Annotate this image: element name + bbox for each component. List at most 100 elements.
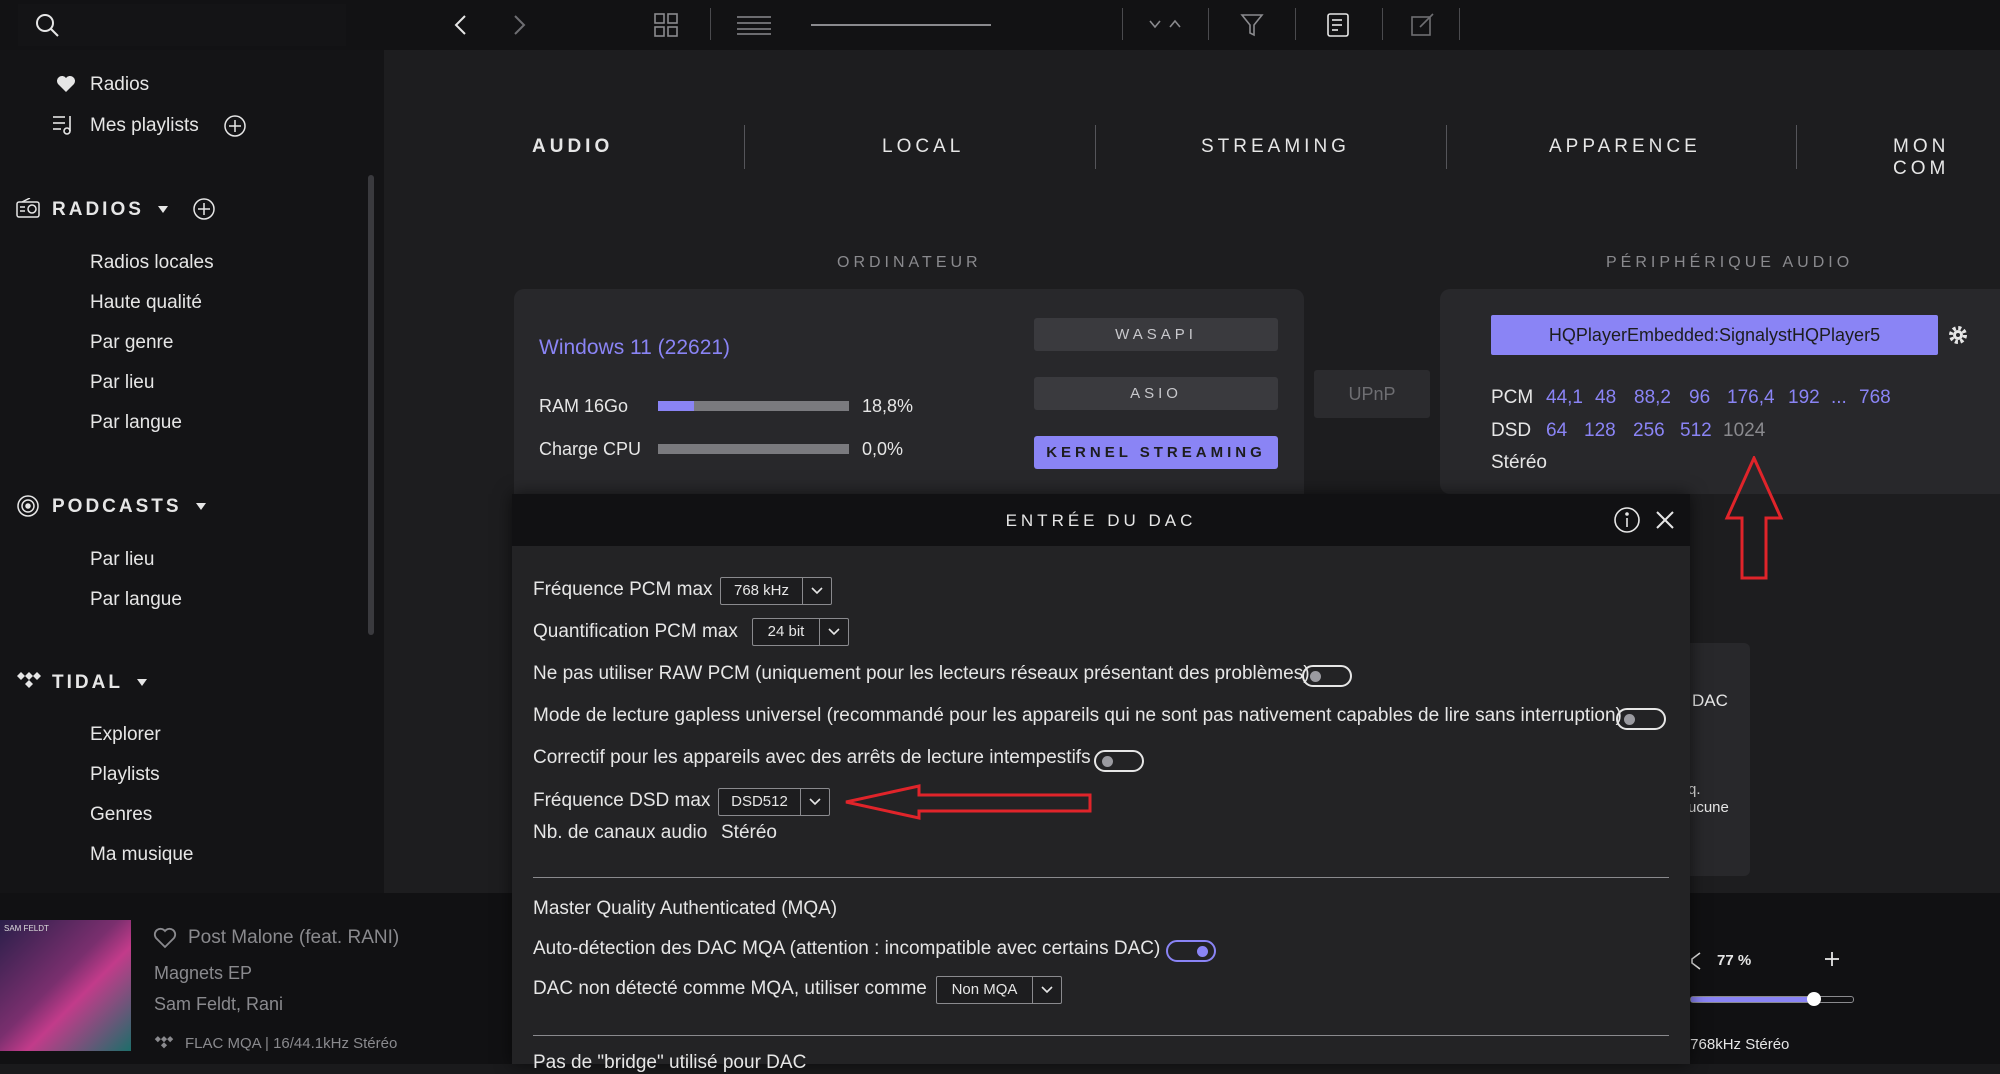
output-format: /768kHz Stéréo bbox=[1686, 1036, 1790, 1053]
pcm-rate: 48 bbox=[1595, 387, 1617, 408]
gear-icon[interactable] bbox=[1947, 324, 1969, 346]
toolbar-divider bbox=[1459, 8, 1460, 40]
sidebar-scrollbar[interactable] bbox=[368, 175, 374, 635]
sidebar-item-my-playlists[interactable]: Mes playlists bbox=[90, 115, 199, 137]
mqa-auto-toggle[interactable] bbox=[1166, 940, 1216, 962]
volume-slider-knob[interactable] bbox=[1807, 992, 1822, 1006]
dsd-rate-disabled: 1024 bbox=[1723, 420, 1766, 441]
tab-divider bbox=[1796, 125, 1797, 169]
add-radio-icon[interactable] bbox=[192, 197, 216, 221]
volume-slider[interactable] bbox=[1690, 992, 1854, 1006]
sidebar-item-par-lieu[interactable]: Par lieu bbox=[90, 372, 154, 394]
cpu-value: 0,0% bbox=[862, 439, 904, 459]
forward-icon[interactable] bbox=[508, 12, 530, 38]
sidebar-item-playlists[interactable]: Playlists bbox=[90, 764, 160, 786]
sidebar-item-radios-locales[interactable]: Radios locales bbox=[90, 252, 214, 274]
volume-value: 77 % bbox=[1717, 952, 1752, 969]
filter-icon[interactable] bbox=[1240, 13, 1264, 37]
sidebar-item-par-langue[interactable]: Par langue bbox=[90, 412, 182, 434]
toolbar-slider[interactable] bbox=[811, 24, 991, 26]
fix-stops-toggle[interactable] bbox=[1094, 750, 1144, 772]
cpu-bar bbox=[658, 444, 849, 454]
pcm-label: PCM bbox=[1491, 387, 1534, 408]
red-arrow-up-annotation bbox=[1724, 456, 1784, 580]
sidebar-item-podcast-par-lieu[interactable]: Par lieu bbox=[90, 549, 154, 571]
mqa-fallback-value: Non MQA bbox=[937, 977, 1033, 1003]
ram-value: 18,8% bbox=[862, 396, 914, 416]
volume-slider-fill bbox=[1691, 997, 1815, 1002]
chevron-down-icon[interactable] bbox=[136, 678, 148, 688]
heart-outline-icon[interactable] bbox=[153, 927, 177, 949]
device-selector[interactable]: HQPlayerEmbedded:SignalystHQPlayer5 bbox=[1491, 315, 1938, 355]
raw-pcm-toggle[interactable] bbox=[1302, 665, 1352, 687]
tidal-small-icon bbox=[154, 1036, 174, 1050]
chevron-down-icon[interactable] bbox=[195, 502, 207, 512]
chevron-down-icon[interactable] bbox=[1033, 977, 1061, 1003]
ram-label: RAM 16Go bbox=[539, 396, 629, 416]
stream-quality: FLAC MQA | 16/44.1kHz Stéréo bbox=[185, 1035, 398, 1052]
tab-apparence[interactable]: APPARENCE bbox=[1549, 136, 1701, 158]
tab-streaming[interactable]: STREAMING bbox=[1201, 136, 1350, 158]
pcm-quant-label: Quantification PCM max bbox=[533, 621, 738, 642]
grid-view-icon[interactable] bbox=[654, 13, 678, 37]
list-view-icon[interactable] bbox=[737, 15, 771, 35]
album-name[interactable]: Magnets EP bbox=[154, 963, 252, 984]
kernel-streaming-button[interactable]: KERNEL STREAMING bbox=[1034, 436, 1278, 469]
sidebar-item-podcast-par-langue[interactable]: Par langue bbox=[90, 589, 182, 611]
upnp-button[interactable]: UPnP bbox=[1314, 370, 1430, 418]
gapless-toggle[interactable] bbox=[1616, 708, 1666, 730]
plus-icon[interactable] bbox=[1824, 951, 1840, 967]
sidebar-item-ma-musique[interactable]: Ma musique bbox=[90, 844, 194, 866]
tab-audio[interactable]: AUDIO bbox=[532, 136, 613, 158]
gapless-label: Mode de lecture gapless universel (recom… bbox=[533, 705, 1622, 726]
radios-header[interactable]: RADIOS bbox=[52, 199, 144, 221]
sort-icon[interactable] bbox=[1148, 16, 1184, 32]
pcm-quant-value: 24 bit bbox=[753, 619, 820, 645]
search-icon[interactable] bbox=[34, 12, 60, 38]
pcm-rate: 96 bbox=[1689, 387, 1711, 408]
chevron-down-icon[interactable] bbox=[820, 619, 848, 645]
dac-card-title: DAC bbox=[1692, 691, 1728, 710]
dsd-rate: 512 bbox=[1680, 420, 1712, 441]
pcm-rate: 88,2 bbox=[1634, 387, 1671, 408]
sidebar-item-par-genre[interactable]: Par genre bbox=[90, 332, 173, 354]
cpu-label: Charge CPU bbox=[539, 439, 642, 459]
artist-names[interactable]: Sam Feldt, Rani bbox=[154, 994, 283, 1015]
queue-icon[interactable] bbox=[1326, 12, 1352, 38]
toggle-knob bbox=[1197, 946, 1208, 957]
pcm-quant-select[interactable]: 24 bit bbox=[752, 618, 849, 646]
tab-local[interactable]: LOCAL bbox=[882, 136, 964, 158]
mqa-fallback-select[interactable]: Non MQA bbox=[936, 976, 1062, 1004]
sidebar-item-explorer[interactable]: Explorer bbox=[90, 724, 161, 746]
toolbar-divider bbox=[710, 8, 711, 40]
pcm-freq-label: Fréquence PCM max bbox=[533, 579, 713, 600]
channels-value: Stéréo bbox=[721, 822, 777, 843]
podcasts-header[interactable]: PODCASTS bbox=[52, 496, 182, 518]
album-cover[interactable]: SAM FELDT bbox=[0, 920, 131, 1051]
tidal-header[interactable]: TIDAL bbox=[52, 672, 123, 694]
close-icon[interactable] bbox=[1653, 508, 1677, 532]
chevron-down-icon[interactable] bbox=[801, 789, 829, 815]
chevron-down-icon[interactable] bbox=[803, 578, 831, 604]
asio-button[interactable]: ASIO bbox=[1034, 377, 1278, 410]
sidebar-item-radios[interactable]: Radios bbox=[90, 74, 149, 96]
radio-icon bbox=[16, 198, 40, 218]
sidebar-item-genres[interactable]: Genres bbox=[90, 804, 152, 826]
dsd-freq-select[interactable]: DSD512 bbox=[718, 788, 830, 816]
tab-mon-compte[interactable]: MON COM bbox=[1893, 136, 2000, 180]
wasapi-button[interactable]: WASAPI bbox=[1034, 318, 1278, 351]
back-icon[interactable] bbox=[450, 12, 472, 38]
info-icon[interactable] bbox=[1613, 506, 1641, 534]
chevron-down-icon[interactable] bbox=[157, 205, 169, 215]
pcm-freq-select[interactable]: 768 kHz bbox=[720, 577, 832, 605]
add-playlist-icon[interactable] bbox=[223, 114, 247, 138]
pcm-rate: 192 bbox=[1788, 387, 1820, 408]
search-box[interactable] bbox=[18, 4, 346, 46]
track-title[interactable]: Post Malone (feat. RANI) bbox=[188, 927, 399, 949]
channels-label: Nb. de canaux audio bbox=[533, 822, 708, 843]
sidebar-item-haute-qualite[interactable]: Haute qualité bbox=[90, 292, 202, 314]
edit-icon[interactable] bbox=[1410, 12, 1436, 38]
dsd-rate: 256 bbox=[1633, 420, 1665, 441]
dac-input-dialog: ENTRÉE DU DAC Fréquence PCM max 768 kHz … bbox=[512, 494, 1690, 1073]
divider bbox=[533, 877, 1669, 878]
